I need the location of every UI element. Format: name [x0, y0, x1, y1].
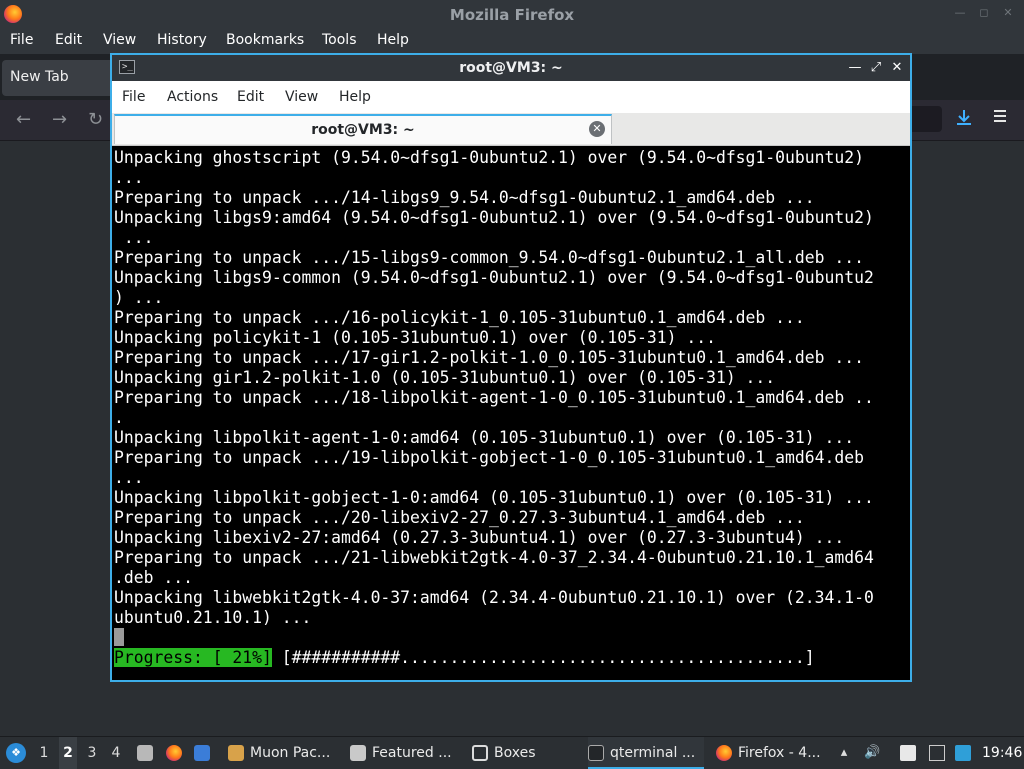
terminal-line: Preparing to unpack .../16-policykit-1_0… [114, 308, 805, 327]
terminal-line: Unpacking libgs9-common (9.54.0~dfsg1-0u… [114, 268, 874, 287]
progress-bar: [###########............................… [271, 648, 815, 667]
firefox-menu-edit[interactable]: Edit [55, 32, 82, 48]
firefox-menu-bookmarks[interactable]: Bookmarks [226, 32, 304, 48]
file-manager-icon[interactable] [137, 745, 153, 761]
start-menu-icon[interactable]: ❖ [6, 743, 26, 763]
terminal-line: ... [114, 468, 144, 487]
terminal-menu-help[interactable]: Help [339, 89, 371, 105]
terminal-tab[interactable]: root@VM3: ~ ✕ [114, 114, 612, 144]
terminal-menubar: File Actions Edit View Help [112, 81, 910, 113]
desktop-icon[interactable] [194, 745, 210, 761]
workspace-1[interactable]: 1 [35, 737, 53, 769]
maximize-icon[interactable]: ◻ [978, 7, 990, 19]
terminal-line: Unpacking ghostscript (9.54.0~dfsg1-0ubu… [114, 148, 864, 167]
terminal-window-controls: — ⤢ ✕ [848, 59, 904, 77]
terminal-line: ) ... [114, 288, 164, 307]
terminal-line: Unpacking libpolkit-agent-1-0:amd64 (0.1… [114, 428, 855, 447]
firefox-launcher-icon[interactable] [166, 745, 182, 761]
hamburger-menu-icon[interactable] [990, 108, 1010, 130]
firefox-urlbar[interactable] [912, 106, 942, 132]
terminal-screen[interactable]: Unpacking ghostscript (9.54.0~dfsg1-0ubu… [112, 146, 910, 680]
task-label: qterminal ... [610, 745, 696, 761]
terminal-line: Preparing to unpack .../18-libpolkit-age… [114, 388, 874, 407]
network-icon[interactable] [955, 745, 971, 761]
boxes-icon [472, 745, 488, 761]
monitor-icon[interactable] [929, 745, 945, 761]
firefox-menu-help[interactable]: Help [377, 32, 409, 48]
terminal-line: Preparing to unpack .../14-libgs9_9.54.0… [114, 188, 815, 207]
firefox-tab-new-tab[interactable]: New Tab [2, 60, 114, 96]
task-qterminal[interactable]: qterminal ... [588, 737, 704, 769]
terminal-window: >_ root@VM3: ~ — ⤢ ✕ File Actions Edit V… [110, 53, 912, 682]
firefox-menubar: File Edit View History Bookmarks Tools H… [0, 30, 1024, 54]
firefox-menu-history[interactable]: History [157, 32, 207, 48]
firefox-titlebar: Mozilla Firefox — ◻ ✕ [0, 0, 1024, 30]
firefox-window-title: Mozilla Firefox [449, 6, 575, 24]
terminal-output: Unpacking ghostscript (9.54.0~dfsg1-0ubu… [114, 148, 874, 628]
terminal-icon [588, 745, 604, 761]
firefox-menu-tools[interactable]: Tools [322, 32, 357, 48]
terminal-line: ... [114, 168, 144, 187]
terminal-line: Unpacking libexiv2-27:amd64 (0.27.3-3ubu… [114, 528, 845, 547]
terminal-cursor [114, 628, 124, 646]
task-label: Boxes [494, 745, 536, 761]
terminal-line: Preparing to unpack .../21-libwebkit2gtk… [114, 548, 874, 567]
terminal-menu-view[interactable]: View [285, 89, 318, 105]
download-icon[interactable] [953, 108, 975, 130]
task-label: Featured ... [372, 745, 452, 761]
terminal-line: Unpacking libwebkit2gtk-4.0-37:amd64 (2.… [114, 588, 874, 607]
terminal-tab-label: root@VM3: ~ [311, 122, 415, 138]
package-manager-icon [228, 745, 244, 761]
restore-icon[interactable]: ⤢ [869, 59, 883, 77]
terminal-line: ubuntu0.21.10.1) ... [114, 608, 312, 627]
reload-icon[interactable]: ↻ [88, 109, 103, 130]
software-center-icon [350, 745, 366, 761]
terminal-line: Preparing to unpack .../20-libexiv2-27_0… [114, 508, 805, 527]
firefox-icon [716, 745, 732, 761]
clock: 19:46 [982, 745, 1023, 761]
terminal-line: Preparing to unpack .../15-libgs9-common… [114, 248, 864, 267]
tab-close-icon[interactable]: ✕ [589, 121, 605, 137]
terminal-line: Unpacking policykit-1 (0.105-31ubuntu0.1… [114, 328, 716, 347]
task-label: Muon Pac... [250, 745, 331, 761]
task-featured[interactable]: Featured ... [350, 737, 462, 769]
terminal-menu-edit[interactable]: Edit [237, 89, 264, 105]
forward-arrow-icon[interactable]: → [52, 109, 67, 130]
volume-icon[interactable]: 🔊 [864, 745, 880, 761]
task-muon[interactable]: Muon Pac... [228, 737, 336, 769]
firefox-menu-file[interactable]: File [10, 32, 33, 48]
task-firefox[interactable]: Firefox - 4... [716, 737, 828, 769]
taskbar: ❖ 1 2 3 4 Muon Pac... Featured ... Boxes… [0, 736, 1024, 769]
back-arrow-icon[interactable]: ← [16, 109, 31, 130]
task-boxes[interactable]: Boxes [472, 737, 572, 769]
firefox-window-controls: — ◻ ✕ [954, 7, 1014, 19]
terminal-line: Unpacking libgs9:amd64 (9.54.0~dfsg1-0ub… [114, 208, 874, 227]
terminal-line: ... [114, 228, 154, 247]
terminal-titlebar[interactable]: >_ root@VM3: ~ — ⤢ ✕ [112, 55, 910, 81]
close-icon[interactable]: ✕ [890, 59, 904, 77]
close-icon[interactable]: ✕ [1002, 7, 1014, 19]
workspace-2[interactable]: 2 [59, 737, 77, 769]
clipboard-icon[interactable] [900, 745, 916, 761]
workspace-3[interactable]: 3 [83, 737, 101, 769]
firefox-menu-view[interactable]: View [103, 32, 136, 48]
progress-label: Progress: [ 21%] [114, 648, 272, 667]
terminal-tabbar: root@VM3: ~ ✕ [112, 113, 910, 146]
terminal-line: Unpacking libpolkit-gobject-1-0:amd64 (0… [114, 488, 874, 507]
firefox-tab-label: New Tab [10, 69, 69, 85]
terminal-menu-actions[interactable]: Actions [167, 89, 218, 105]
workspace-4[interactable]: 4 [107, 737, 125, 769]
scroll-tray-icon[interactable]: ▴ [836, 745, 852, 761]
task-label: Firefox - 4... [738, 745, 821, 761]
terminal-line: . [114, 408, 124, 427]
terminal-line: Preparing to unpack .../19-libpolkit-gob… [114, 448, 864, 467]
minimize-icon[interactable]: — [848, 59, 862, 77]
terminal-menu-file[interactable]: File [122, 89, 145, 105]
terminal-line: Unpacking gir1.2-polkit-1.0 (0.105-31ubu… [114, 368, 776, 387]
apt-progress: Progress: [ 21%] [###########...........… [114, 648, 815, 668]
minimize-icon[interactable]: — [954, 7, 966, 19]
terminal-line: Preparing to unpack .../17-gir1.2-polkit… [114, 348, 864, 367]
terminal-line: .deb ... [114, 568, 193, 587]
terminal-window-title: root@VM3: ~ [459, 60, 563, 76]
